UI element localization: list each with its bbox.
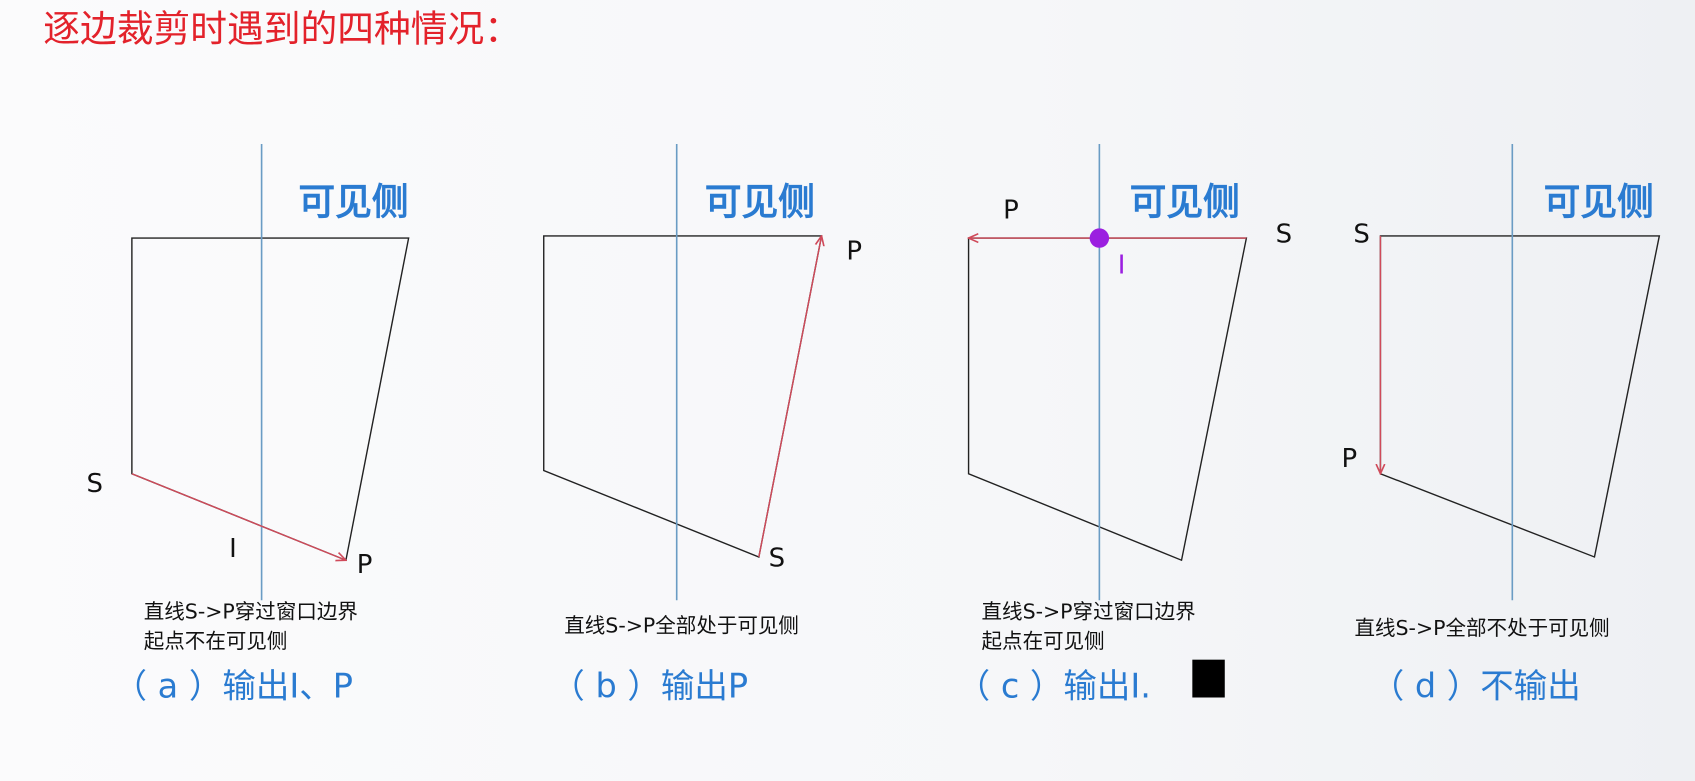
point-p: P: [846, 237, 862, 267]
result-label: （ d ）不输出: [1371, 667, 1581, 706]
point-i: I: [229, 534, 237, 564]
point-i: I: [1118, 251, 1126, 281]
edge-s-p: [758, 236, 822, 558]
result-label: （ b ）输出P: [551, 667, 748, 706]
point-s: S: [1353, 219, 1369, 249]
edge-s-p: [131, 473, 346, 560]
point-p: P: [357, 550, 373, 580]
clipping-diagram: 逐边裁剪时遇到的四种情况： 可见侧 S I P 直线S->P穿过窗口边界 起点不…: [43, 7, 1661, 706]
result-label: （ a ）输出I、P: [114, 667, 353, 706]
visible-side-label: 可见侧: [1130, 180, 1240, 223]
panel-b: 可见侧 P S 直线S->P全部处于可见侧 （ b ）输出P: [543, 144, 862, 706]
panel-a: 可见侧 S I P 直线S->P穿过窗口边界 起点不在可见侧 （ a ）输出I、…: [86, 144, 410, 706]
caption-line1: 直线S->P穿过窗口边界: [982, 600, 1196, 624]
polygon: [543, 235, 823, 558]
redaction-block: [1192, 659, 1225, 698]
polygon: [131, 237, 410, 562]
visible-side-label: 可见侧: [1544, 180, 1654, 223]
point-s: S: [769, 544, 785, 574]
visible-side-label: 可见侧: [298, 180, 408, 223]
point-p: P: [1003, 196, 1019, 226]
point-s: S: [1276, 219, 1292, 249]
caption-line1: 直线S->P穿过窗口边界: [144, 600, 358, 624]
result-label: （ c ）输出I.: [957, 667, 1151, 706]
intersection-point: [1089, 228, 1110, 248]
point-p: P: [1342, 444, 1358, 474]
panel-c: 可见侧 P S I 直线S->P穿过窗口边界 起点在可见侧 （ c ）输出I.: [957, 144, 1292, 706]
panel-d: 可见侧 S P 直线S->P全部不处于可见侧 （ d ）不输出: [1342, 144, 1661, 706]
caption-line1: 直线S->P全部处于可见侧: [564, 614, 799, 638]
visible-side-label: 可见侧: [705, 180, 815, 223]
caption-line2: 起点不在可见侧: [144, 629, 288, 653]
polygon: [967, 237, 1248, 562]
polygon: [1379, 235, 1661, 558]
page-title: 逐边裁剪时遇到的四种情况：: [43, 7, 521, 50]
point-s: S: [86, 469, 102, 499]
caption-line1: 直线S->P全部不处于可见侧: [1354, 616, 1609, 640]
caption-line2: 起点在可见侧: [982, 629, 1105, 653]
